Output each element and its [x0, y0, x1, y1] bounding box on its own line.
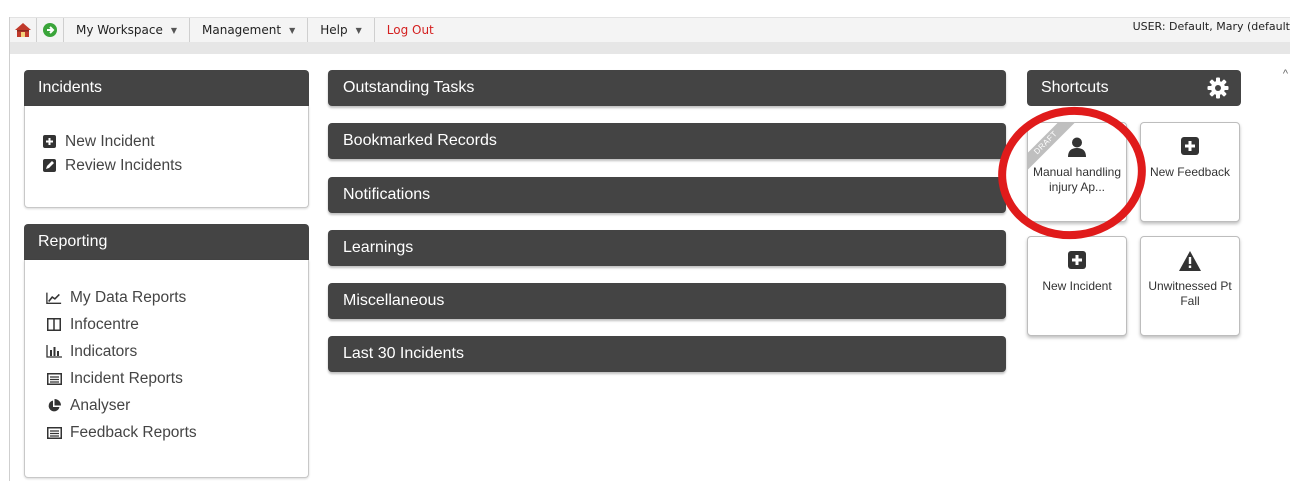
incidents-title: Incidents: [38, 79, 103, 96]
shortcut-unwitnessed-fall-label: Unwitnessed Pt Fall: [1148, 279, 1232, 308]
list-icon: [46, 426, 62, 439]
shortcut-new-feedback-label: New Feedback: [1149, 165, 1231, 179]
incidents-panel: New Incident Review Incidents: [24, 106, 309, 208]
shortcuts-header: Shortcuts: [1027, 70, 1241, 106]
warning-icon: [1141, 251, 1239, 273]
infocentre-link[interactable]: Infocentre: [46, 311, 308, 338]
toolbar-strip: [10, 42, 1290, 54]
menu-management[interactable]: Management ▼: [190, 18, 309, 42]
outstanding-tasks-bar[interactable]: Outstanding Tasks: [328, 70, 1006, 106]
incident-reports-label: Incident Reports: [70, 369, 183, 387]
last-30-incidents-label: Last 30 Incidents: [343, 345, 464, 362]
logout-link[interactable]: Log Out: [375, 18, 446, 42]
incident-reports-link[interactable]: Incident Reports: [46, 365, 308, 392]
reporting-panel: My Data Reports Infocentre Indicators In…: [24, 260, 309, 478]
bar-chart-icon: [46, 345, 62, 358]
learnings-bar[interactable]: Learnings: [328, 230, 1006, 266]
gear-icon[interactable]: [1207, 77, 1229, 104]
infocentre-label: Infocentre: [70, 315, 139, 333]
review-incidents-link[interactable]: Review Incidents: [41, 152, 308, 179]
shortcut-unwitnessed-fall[interactable]: Unwitnessed Pt Fall: [1140, 236, 1240, 336]
home-icon[interactable]: [10, 18, 37, 42]
indicators-label: Indicators: [70, 342, 138, 360]
menu-my-workspace[interactable]: My Workspace ▼: [64, 18, 191, 42]
menu-help[interactable]: Help ▼: [308, 18, 375, 42]
left-border: [9, 17, 10, 481]
incidents-header[interactable]: Incidents: [24, 70, 309, 106]
analyser-label: Analyser: [70, 396, 131, 414]
outstanding-tasks-label: Outstanding Tasks: [343, 79, 475, 96]
notifications-bar[interactable]: Notifications: [328, 177, 1006, 213]
notifications-label: Notifications: [343, 186, 431, 203]
shortcut-new-incident[interactable]: New Incident: [1027, 236, 1127, 336]
chevron-down-icon: ▼: [355, 25, 362, 35]
last-30-incidents-bar[interactable]: Last 30 Incidents: [328, 336, 1006, 372]
plus-square-icon: [1028, 251, 1126, 273]
shortcut-manual-handling[interactable]: DRAFT Manual handling injury Ap...: [1027, 122, 1127, 222]
miscellaneous-label: Miscellaneous: [343, 292, 445, 309]
reporting-header[interactable]: Reporting: [24, 224, 309, 260]
plus-square-icon: [41, 135, 57, 148]
miscellaneous-bar[interactable]: Miscellaneous: [328, 283, 1006, 319]
plus-square-icon: [1141, 137, 1239, 159]
review-incidents-label: Review Incidents: [65, 156, 183, 174]
chevron-down-icon: ▼: [170, 25, 178, 35]
new-incident-label: New Incident: [65, 132, 155, 150]
learnings-label: Learnings: [343, 239, 414, 256]
scroll-up-icon[interactable]: ^: [1283, 68, 1288, 80]
shortcut-new-incident-label: New Incident: [1042, 279, 1112, 293]
reporting-title: Reporting: [38, 233, 108, 250]
edit-icon: [41, 159, 57, 172]
line-chart-icon: [46, 291, 62, 305]
chevron-down-icon: ▼: [289, 25, 296, 35]
bookmarked-records-bar[interactable]: Bookmarked Records: [328, 123, 1006, 159]
refresh-icon[interactable]: [37, 18, 64, 42]
indicators-link[interactable]: Indicators: [46, 338, 308, 365]
feedback-reports-label: Feedback Reports: [70, 423, 197, 441]
top-menu-bar: My Workspace ▼ Management ▼ Help ▼ Log O…: [10, 17, 1290, 43]
shortcut-manual-handling-label: Manual handling injury Ap...: [1032, 165, 1122, 194]
menu-help-label: Help: [320, 23, 348, 37]
new-incident-link[interactable]: New Incident: [41, 128, 308, 155]
analyser-link[interactable]: Analyser: [46, 392, 308, 419]
my-data-reports-link[interactable]: My Data Reports: [46, 284, 308, 311]
menu-management-label: Management: [202, 23, 282, 37]
menu-my-workspace-label: My Workspace: [76, 23, 163, 37]
shortcuts-title: Shortcuts: [1041, 79, 1109, 96]
user-info: USER: Default, Mary (default: [1132, 20, 1290, 33]
columns-icon: [46, 318, 62, 331]
feedback-reports-link[interactable]: Feedback Reports: [46, 419, 308, 446]
list-icon: [46, 372, 62, 385]
shortcut-new-feedback[interactable]: New Feedback: [1140, 122, 1240, 222]
bookmarked-records-label: Bookmarked Records: [343, 132, 497, 149]
my-data-reports-label: My Data Reports: [70, 288, 187, 306]
pie-chart-icon: [46, 398, 62, 413]
